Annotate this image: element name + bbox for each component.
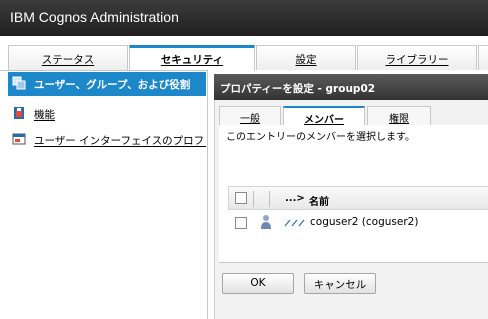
- sidebar-item-ui-profiles[interactable]: ユーザー インターフェイスのプロファ: [8, 128, 206, 152]
- sidebar-item-capabilities[interactable]: 機能: [8, 102, 206, 126]
- tab-security[interactable]: セキュリティ: [129, 45, 255, 71]
- members-list-header: ...> 名前: [228, 186, 488, 210]
- left-nav: ユーザー、グループ、および役割 機能 ユーザー インターフェイスのプロファ: [0, 70, 208, 319]
- select-all-checkbox[interactable]: [235, 192, 247, 204]
- tab-security-label: セキュリティ: [160, 54, 224, 66]
- subtab-members[interactable]: メンバー: [283, 106, 365, 126]
- tab-overflow[interactable]: [478, 45, 488, 70]
- sort-marker[interactable]: ...>: [285, 193, 305, 204]
- column-divider: [269, 191, 270, 207]
- subtab-general-label: 一般: [240, 114, 260, 125]
- tab-configuration-label: 設定: [295, 54, 317, 66]
- tab-status[interactable]: ステータス: [8, 45, 128, 70]
- tab-library[interactable]: ライブラリー: [357, 45, 477, 70]
- sidebar-item-users-groups-roles[interactable]: ユーザー、グループ、および役割: [8, 72, 206, 96]
- cancel-button[interactable]: キャンセル: [304, 273, 376, 294]
- sidebar-item-label: ユーザー、グループ、および役割: [34, 79, 191, 91]
- sidebar-item-label: 機能: [34, 109, 55, 121]
- subtab-general[interactable]: 一般: [219, 106, 281, 125]
- row-checkbox[interactable]: [235, 217, 247, 229]
- user-icon: [260, 214, 272, 233]
- capability-lock-icon: [12, 106, 26, 120]
- tab-library-label: ライブラリー: [385, 54, 449, 66]
- ok-button-label: OK: [250, 277, 266, 289]
- subtab-permissions[interactable]: 権限: [367, 106, 431, 125]
- tab-status-label: ステータス: [41, 54, 95, 66]
- properties-title: プロパティーを設定 - group02: [220, 83, 376, 95]
- name-column-header[interactable]: 名前: [309, 193, 329, 208]
- ui-profile-icon: [12, 132, 26, 146]
- column-divider: [253, 191, 254, 207]
- tab-bar: ステータス セキュリティ 設定 ライブラリー: [0, 36, 488, 71]
- members-instruction: このエントリーのメンバーを選択します。: [226, 132, 415, 143]
- ok-button[interactable]: OK: [222, 273, 294, 294]
- subtab-members-label: メンバー: [304, 115, 344, 126]
- properties-panel-header: プロパティーを設定 - group02: [214, 74, 488, 100]
- breadcrumb-path-icon: [284, 217, 306, 230]
- subtab-permissions-label: 権限: [389, 114, 409, 125]
- member-name-link[interactable]: coguser2 (coguser2): [310, 216, 418, 228]
- users-groups-icon: [12, 76, 26, 90]
- app-header: IBM Cognos Administration: [0, 0, 488, 36]
- footer-divider: [219, 262, 488, 263]
- cancel-button-label: キャンセル: [313, 279, 367, 291]
- table-row: coguser2 (coguser2): [228, 212, 488, 234]
- tab-configuration[interactable]: 設定: [256, 45, 356, 70]
- app-title: IBM Cognos Administration: [10, 9, 179, 25]
- sidebar-item-label: ユーザー インターフェイスのプロファ: [34, 135, 206, 147]
